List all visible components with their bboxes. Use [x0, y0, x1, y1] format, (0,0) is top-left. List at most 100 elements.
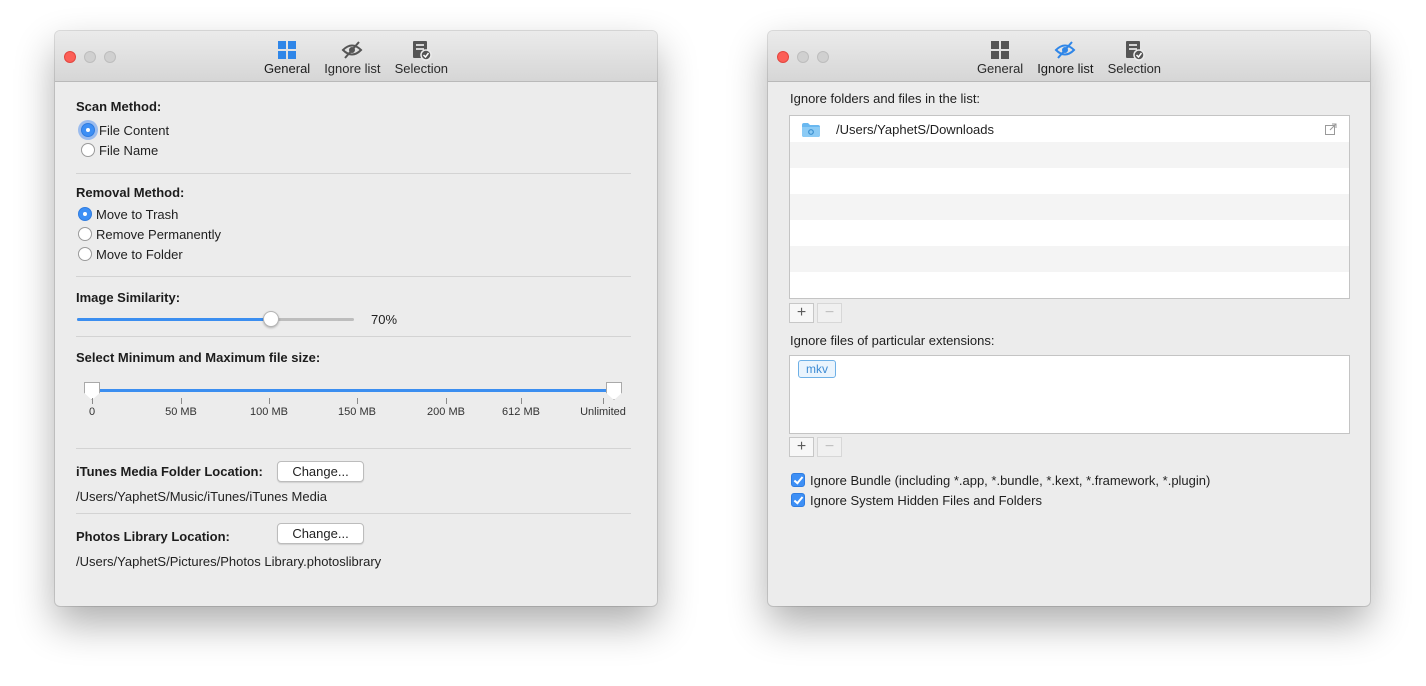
tab-ignore-list[interactable]: Ignore list [1033, 39, 1097, 77]
image-similarity-heading: Image Similarity: [76, 290, 181, 305]
tab-general[interactable]: General [973, 39, 1027, 77]
eye-slash-icon [341, 41, 363, 59]
tick-mark [521, 398, 522, 404]
grid-icon [278, 41, 297, 59]
ignore-hidden-files-option[interactable]: Ignore System Hidden Files and Folders [791, 490, 1042, 510]
itunes-change-button[interactable]: Change... [277, 461, 364, 482]
ignore-bundle-checkbox[interactable] [791, 473, 805, 487]
tick-label: 50 MB [165, 406, 197, 418]
radio-button[interactable] [78, 247, 92, 261]
photos-change-button[interactable]: Change... [277, 523, 364, 544]
file-size-max-handle[interactable] [606, 382, 622, 400]
tab-label: Selection [394, 61, 449, 76]
itunes-location-label: iTunes Media Folder Location: [76, 464, 263, 479]
tab-ignore-list[interactable]: Ignore list [320, 39, 384, 77]
ignored-folders-list: /Users/YaphetS/Downloads [789, 115, 1350, 299]
preferences-toolbar: General Ignore list Selection [55, 39, 657, 77]
list-item [790, 194, 1349, 220]
list-item [790, 246, 1349, 272]
tick-label: 200 MB [427, 406, 465, 418]
removal-method-heading: Removal Method: [76, 185, 185, 200]
checklist-icon [413, 41, 433, 61]
radio-button[interactable] [81, 143, 95, 157]
itunes-path: /Users/YaphetS/Music/iTunes/iTunes Media [76, 489, 327, 504]
tick-mark [269, 398, 270, 404]
radio-move-to-trash[interactable]: Move to Trash [78, 204, 178, 224]
radio-remove-permanently[interactable]: Remove Permanently [78, 224, 221, 244]
file-size-range-slider[interactable] [92, 389, 614, 392]
tab-label: General [263, 61, 311, 76]
photos-path: /Users/YaphetS/Pictures/Photos Library.p… [76, 554, 382, 569]
tick-label: 0 [88, 406, 96, 418]
ignore-folders-heading: Ignore folders and files in the list: [790, 91, 981, 106]
radio-label: Move to Trash [96, 206, 179, 222]
tab-label: Selection [1107, 61, 1162, 76]
tab-selection[interactable]: Selection [1104, 39, 1165, 77]
tick-mark [181, 398, 182, 404]
radio-label: Remove Permanently [96, 226, 221, 242]
divider [76, 513, 631, 514]
list-item [790, 220, 1349, 246]
tick-mark [92, 398, 93, 404]
add-extension-button[interactable]: + [789, 437, 814, 457]
ignore-list-pane: Ignore folders and files in the list: /U… [768, 82, 1370, 606]
checklist-icon [1126, 41, 1146, 61]
radio-file-name[interactable]: File Name [81, 140, 158, 160]
scan-method-heading: Scan Method: [76, 99, 162, 114]
divider [76, 173, 631, 174]
file-size-heading: Select Minimum and Maximum file size: [76, 350, 321, 365]
divider [76, 336, 631, 337]
radio-button[interactable] [78, 207, 92, 221]
preferences-window-ignore-list: General Ignore list Selection Ignore fol… [768, 31, 1370, 606]
ignored-extensions-field[interactable]: mkv [789, 355, 1350, 434]
tick-mark [446, 398, 447, 404]
extension-list-buttons: + − [789, 437, 842, 457]
add-folder-button[interactable]: + [789, 303, 814, 323]
title-bar: General Ignore list Selection [55, 31, 657, 82]
preferences-window-general: General Ignore list Selection Scan Metho… [55, 31, 657, 606]
reveal-in-finder-icon[interactable] [1325, 123, 1337, 135]
list-item[interactable]: /Users/YaphetS/Downloads [790, 116, 1349, 142]
divider [76, 448, 631, 449]
radio-button[interactable] [78, 227, 92, 241]
list-item [790, 272, 1349, 298]
list-item [790, 168, 1349, 194]
list-item [790, 142, 1349, 168]
tab-label: Ignore list [324, 61, 381, 76]
radio-label: Move to Folder [96, 246, 183, 262]
preferences-toolbar: General Ignore list Selection [768, 39, 1370, 77]
tick-label: Unlimited [580, 406, 626, 418]
tab-general[interactable]: General [260, 39, 314, 77]
extension-tag[interactable]: mkv [798, 360, 836, 378]
radio-button[interactable] [81, 123, 95, 137]
similarity-slider[interactable] [77, 318, 354, 321]
ignore-hidden-files-checkbox[interactable] [791, 493, 805, 507]
radio-file-content[interactable]: File Content [81, 120, 169, 140]
similarity-slider-fill [77, 318, 271, 321]
folder-icon [802, 123, 820, 137]
remove-folder-button[interactable]: − [817, 303, 842, 323]
tick-mark [603, 398, 604, 404]
ignore-extensions-heading: Ignore files of particular extensions: [790, 333, 995, 348]
photos-location-label: Photos Library Location: [76, 529, 230, 544]
tab-label: Ignore list [1037, 61, 1094, 76]
tick-label: 100 MB [250, 406, 288, 418]
radio-label: File Content [99, 122, 170, 138]
general-pane: Scan Method: File Content File Name Remo… [55, 82, 657, 606]
folder-path: /Users/YaphetS/Downloads [836, 121, 995, 137]
folder-list-buttons: + − [789, 303, 842, 323]
checkbox-label: Ignore Bundle (including *.app, *.bundle… [810, 472, 1211, 488]
tick-mark [357, 398, 358, 404]
radio-label: File Name [99, 142, 159, 158]
remove-extension-button[interactable]: − [817, 437, 842, 457]
similarity-slider-knob[interactable] [262, 311, 279, 327]
radio-move-to-folder[interactable]: Move to Folder [78, 244, 183, 264]
grid-icon [991, 41, 1010, 59]
divider [76, 276, 631, 277]
title-bar: General Ignore list Selection [768, 31, 1370, 82]
tick-label: 612 MB [502, 406, 540, 418]
tab-selection[interactable]: Selection [391, 39, 452, 77]
ignore-bundle-option[interactable]: Ignore Bundle (including *.app, *.bundle… [791, 470, 1210, 490]
tick-label: 150 MB [338, 406, 376, 418]
similarity-value: 70% [371, 312, 398, 327]
